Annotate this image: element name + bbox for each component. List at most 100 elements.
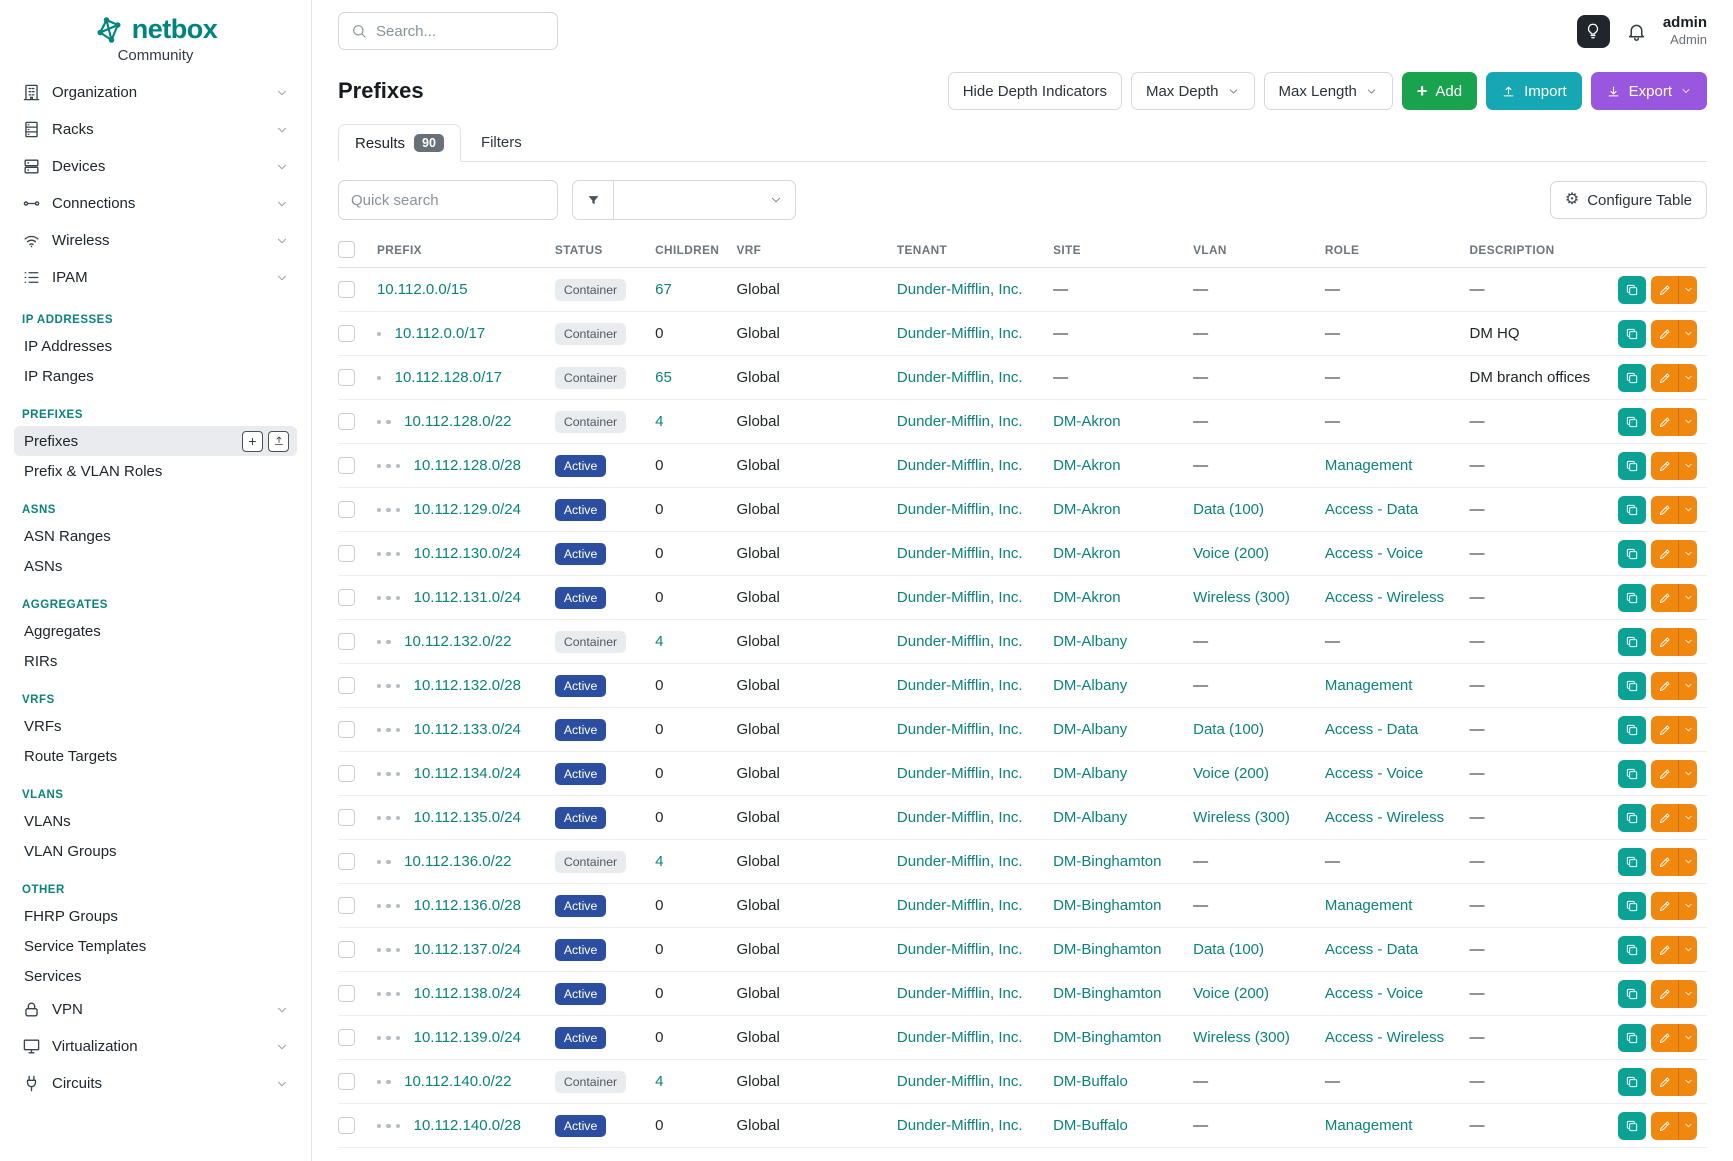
select-all-checkbox[interactable] — [338, 241, 355, 258]
edit-dropdown-button[interactable] — [1679, 760, 1697, 788]
site-link[interactable]: DM-Binghamton — [1053, 897, 1161, 914]
sidebar-item-rirs[interactable]: RIRs — [14, 646, 297, 676]
copy-button[interactable] — [1618, 276, 1646, 304]
tab-results[interactable]: Results 90 — [338, 124, 461, 162]
row-checkbox[interactable] — [338, 369, 355, 386]
prefix-link[interactable]: 10.112.132.0/22 — [404, 633, 511, 650]
children-link[interactable]: 4 — [655, 413, 663, 430]
site-link[interactable]: DM-Akron — [1053, 413, 1121, 430]
edit-button[interactable] — [1651, 804, 1679, 832]
hide-depth-indicators-button[interactable]: Hide Depth Indicators — [948, 72, 1122, 110]
site-link[interactable]: DM-Binghamton — [1053, 1029, 1161, 1046]
prefix-link[interactable]: 10.112.128.0/28 — [414, 457, 521, 474]
edit-dropdown-button[interactable] — [1679, 408, 1697, 436]
tenant-link[interactable]: Dunder-Mifflin, Inc. — [897, 633, 1023, 650]
row-checkbox[interactable] — [338, 325, 355, 342]
site-link[interactable]: DM-Akron — [1053, 501, 1121, 518]
row-checkbox[interactable] — [338, 1073, 355, 1090]
site-link[interactable]: DM-Albany — [1053, 633, 1127, 650]
site-link[interactable]: DM-Binghamton — [1053, 853, 1161, 870]
copy-button[interactable] — [1618, 672, 1646, 700]
sidebar-item-prefix-vlan-roles[interactable]: Prefix & VLAN Roles — [14, 456, 297, 486]
tenant-link[interactable]: Dunder-Mifflin, Inc. — [897, 853, 1023, 870]
copy-button[interactable] — [1618, 980, 1646, 1008]
max-length-dropdown[interactable]: Max Length — [1264, 72, 1393, 110]
prefix-link[interactable]: 10.112.131.0/24 — [414, 589, 521, 606]
edit-button[interactable] — [1651, 1024, 1679, 1052]
configure-table-button[interactable]: ⚙ Configure Table — [1550, 181, 1707, 219]
row-checkbox[interactable] — [338, 809, 355, 826]
copy-button[interactable] — [1618, 760, 1646, 788]
edit-button[interactable] — [1651, 848, 1679, 876]
vlan-link[interactable]: Data (100) — [1193, 721, 1264, 738]
sidebar-menu-devices[interactable]: Devices — [14, 148, 297, 185]
sidebar-menu-vpn[interactable]: VPN — [14, 991, 297, 1028]
site-link[interactable]: DM-Binghamton — [1053, 985, 1161, 1002]
role-link[interactable]: Management — [1325, 1117, 1413, 1134]
prefix-link[interactable]: 10.112.136.0/28 — [414, 897, 521, 914]
edit-button[interactable] — [1651, 980, 1679, 1008]
vlan-link[interactable]: Voice (200) — [1193, 765, 1269, 782]
sidebar-item-vlan-groups[interactable]: VLAN Groups — [14, 836, 297, 866]
header-tenant[interactable]: TENANT — [897, 232, 1053, 268]
children-link[interactable]: 4 — [655, 633, 663, 650]
vlan-link[interactable]: Voice (200) — [1193, 985, 1269, 1002]
edit-dropdown-button[interactable] — [1679, 1024, 1697, 1052]
tenant-link[interactable]: Dunder-Mifflin, Inc. — [897, 897, 1023, 914]
edit-dropdown-button[interactable] — [1679, 804, 1697, 832]
row-checkbox[interactable] — [338, 413, 355, 430]
prefix-link[interactable]: 10.112.129.0/24 — [414, 501, 521, 518]
site-link[interactable]: DM-Akron — [1053, 545, 1121, 562]
tenant-link[interactable]: Dunder-Mifflin, Inc. — [897, 985, 1023, 1002]
tenant-link[interactable]: Dunder-Mifflin, Inc. — [897, 545, 1023, 562]
edit-button[interactable] — [1651, 276, 1679, 304]
prefix-link[interactable]: 10.112.128.0/17 — [395, 369, 502, 386]
theme-toggle-button[interactable] — [1577, 15, 1610, 48]
edit-button[interactable] — [1651, 1112, 1679, 1140]
role-link[interactable]: Management — [1325, 897, 1413, 914]
copy-button[interactable] — [1618, 364, 1646, 392]
children-link[interactable]: 4 — [655, 1073, 663, 1090]
header-description[interactable]: DESCRIPTION — [1470, 232, 1618, 268]
add-quick-button[interactable]: + — [242, 431, 263, 452]
sidebar-menu-racks[interactable]: Racks — [14, 111, 297, 148]
role-link[interactable]: Access - Voice — [1325, 545, 1423, 562]
site-link[interactable]: DM-Albany — [1053, 677, 1127, 694]
tenant-link[interactable]: Dunder-Mifflin, Inc. — [897, 281, 1023, 298]
row-checkbox[interactable] — [338, 281, 355, 298]
row-checkbox[interactable] — [338, 941, 355, 958]
copy-button[interactable] — [1618, 804, 1646, 832]
role-link[interactable]: Access - Wireless — [1325, 1029, 1444, 1046]
search-input[interactable] — [376, 23, 545, 40]
copy-button[interactable] — [1618, 1112, 1646, 1140]
sidebar-item-fhrp-groups[interactable]: FHRP Groups — [14, 901, 297, 931]
sidebar-menu-ipam[interactable]: IPAM — [14, 259, 297, 296]
role-link[interactable]: Access - Data — [1325, 941, 1418, 958]
site-link[interactable]: DM-Buffalo — [1053, 1117, 1128, 1134]
edit-dropdown-button[interactable] — [1679, 672, 1697, 700]
sidebar-menu-connections[interactable]: Connections — [14, 185, 297, 222]
vlan-link[interactable]: Wireless (300) — [1193, 1029, 1290, 1046]
row-checkbox[interactable] — [338, 633, 355, 650]
prefix-link[interactable]: 10.112.0.0/15 — [377, 281, 468, 298]
global-search[interactable] — [338, 12, 558, 50]
tenant-link[interactable]: Dunder-Mifflin, Inc. — [897, 1117, 1023, 1134]
tenant-link[interactable]: Dunder-Mifflin, Inc. — [897, 589, 1023, 606]
edit-dropdown-button[interactable] — [1679, 1112, 1697, 1140]
filter-select[interactable] — [614, 180, 796, 220]
edit-button[interactable] — [1651, 540, 1679, 568]
filter-button[interactable] — [572, 180, 614, 220]
add-button[interactable]: + Add — [1402, 72, 1477, 110]
copy-button[interactable] — [1618, 584, 1646, 612]
edit-button[interactable] — [1651, 364, 1679, 392]
prefix-link[interactable]: 10.112.134.0/24 — [414, 765, 521, 782]
vlan-link[interactable]: Voice (200) — [1193, 545, 1269, 562]
edit-button[interactable] — [1651, 496, 1679, 524]
edit-dropdown-button[interactable] — [1679, 320, 1697, 348]
notifications-button[interactable] — [1626, 21, 1647, 42]
tenant-link[interactable]: Dunder-Mifflin, Inc. — [897, 765, 1023, 782]
header-role[interactable]: ROLE — [1325, 232, 1470, 268]
edit-button[interactable] — [1651, 892, 1679, 920]
row-checkbox[interactable] — [338, 1117, 355, 1134]
header-children[interactable]: CHILDREN — [655, 232, 736, 268]
